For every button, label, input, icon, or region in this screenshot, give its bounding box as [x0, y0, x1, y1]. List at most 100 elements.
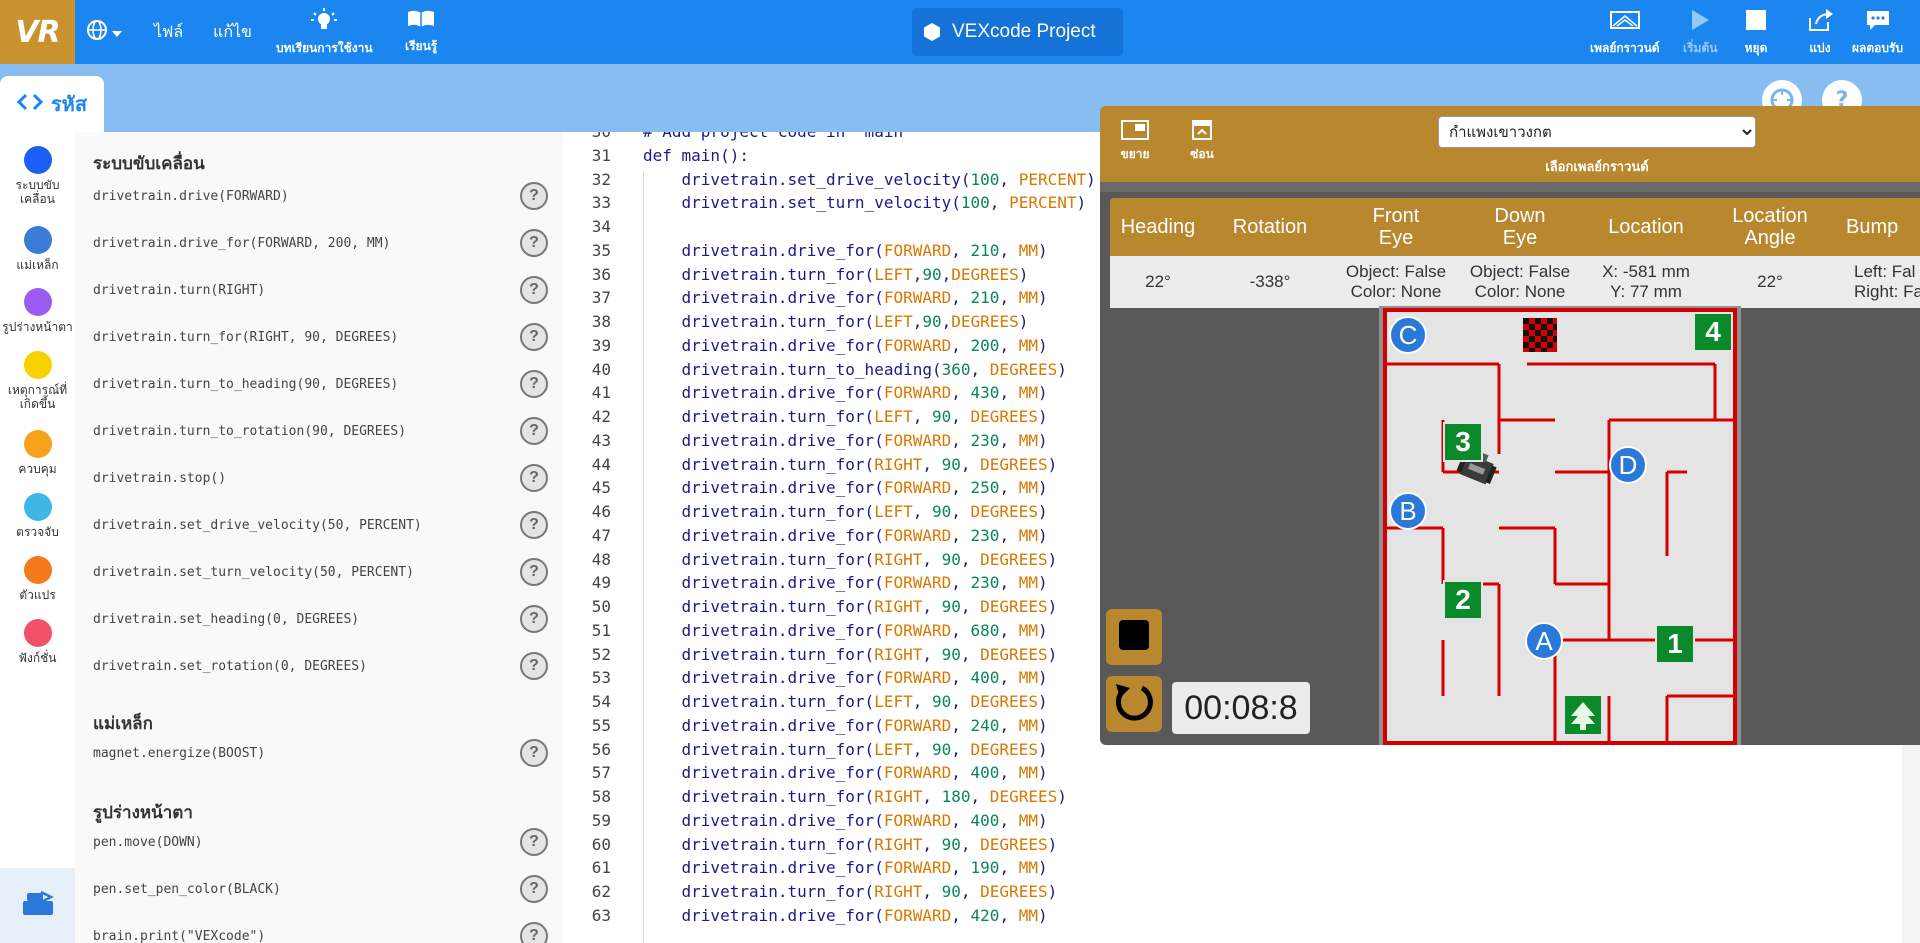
block-set-heading[interactable]: drivetrain.set_heading(0, DEGREES)? — [93, 604, 548, 634]
playground-select[interactable]: กำแพงเขาวงกต — [1438, 116, 1756, 148]
playground-stop-button[interactable] — [1106, 609, 1162, 665]
block-drive[interactable]: drivetrain.drive(FORWARD)? — [93, 181, 548, 211]
category-variables[interactable]: ตัวแปร — [0, 556, 75, 602]
code-text: ) — [1047, 834, 1058, 854]
block-text: drivetrain.turn_for(RIGHT, 90, DEGREES) — [93, 329, 399, 345]
category-control[interactable]: ควบคุม — [0, 430, 75, 476]
block-brain-print[interactable]: brain.print("VEXcode")? — [93, 921, 548, 943]
block-turn-for[interactable]: drivetrain.turn_for(RIGHT, 90, DEGREES)? — [93, 322, 548, 352]
code-line[interactable]: drivetrain.turn_for(RIGHT, 90, DEGREES) — [643, 645, 1058, 664]
help-icon[interactable]: ? — [520, 417, 548, 445]
help-icon[interactable]: ? — [520, 370, 548, 398]
help-icon[interactable]: ? — [520, 464, 548, 492]
code-line[interactable]: drivetrain.turn_for(LEFT, 90, DEGREES) — [643, 692, 1048, 711]
block-magnet-energize[interactable]: magnet.energize(BOOST)? — [93, 738, 548, 768]
category-sensing[interactable]: ตรวจจับ — [0, 493, 75, 539]
code-line[interactable]: drivetrain.turn_for(LEFT, 90, DEGREES) — [643, 740, 1048, 759]
language-button[interactable] — [86, 18, 132, 46]
code-line[interactable]: drivetrain.drive_for(FORWARD, 400, MM) — [643, 668, 1048, 687]
block-pen-move[interactable]: pen.move(DOWN)? — [93, 827, 548, 857]
start-button[interactable]: เริ่มต้น — [1683, 8, 1717, 58]
code-line[interactable]: drivetrain.drive_for(FORWARD, 400, MM) — [643, 811, 1048, 830]
menu-edit[interactable]: แก้ไข — [213, 0, 252, 64]
code-line[interactable]: drivetrain.drive_for(FORWARD, 230, MM) — [643, 526, 1048, 545]
code-line[interactable]: # Add project code in "main" — [643, 132, 913, 141]
code-line[interactable]: drivetrain.turn_for(LEFT,90,DEGREES) — [643, 312, 1029, 331]
code-line[interactable]: drivetrain.turn_for(RIGHT, 90, DEGREES) — [643, 550, 1058, 569]
code-line[interactable]: drivetrain.drive_for(FORWARD, 210, MM) — [643, 288, 1048, 307]
code-line[interactable]: drivetrain.turn_for(RIGHT, 90, DEGREES) — [643, 454, 1058, 474]
code-line[interactable]: def main(): — [643, 146, 749, 165]
help-icon[interactable]: ? — [520, 828, 548, 856]
code-line[interactable]: drivetrain.drive_for(FORWARD, 190, MM) — [643, 858, 1048, 877]
block-turn[interactable]: drivetrain.turn(RIGHT)? — [93, 275, 548, 305]
code-line[interactable]: drivetrain.set_turn_velocity(100, PERCEN… — [643, 193, 1087, 212]
hide-button[interactable]: ซ่อน — [1190, 118, 1214, 164]
category-magnet[interactable]: แม่เหล็ก — [0, 226, 75, 272]
project-title-field[interactable]: VEXcode Project — [912, 8, 1123, 56]
learn-button[interactable]: เรียนรู้ — [405, 8, 437, 58]
playground-button[interactable]: เพลย์กราวนด์ — [1590, 8, 1660, 58]
code-line[interactable]: drivetrain.drive_for(FORWARD, 680, MM) — [643, 621, 1048, 640]
category-functions[interactable]: ฟังก์ชั่น — [0, 619, 75, 665]
code-line[interactable]: drivetrain.drive_for(FORWARD, 230, MM) — [643, 573, 1048, 592]
code-line[interactable]: drivetrain.turn_for(LEFT, 90, DEGREES) — [643, 407, 1048, 426]
block-pen-set-color[interactable]: pen.set_pen_color(BLACK)? — [93, 874, 548, 904]
tutorials-button[interactable]: บทเรียนการใช้งาน — [276, 8, 373, 58]
switch-to-blocks-button[interactable] — [0, 868, 75, 943]
code-line[interactable]: drivetrain.turn_to_heading(360, DEGREES) — [643, 360, 1067, 379]
blocks-panel: ระบบขับเคลื่อน drivetrain.drive(FORWARD)… — [75, 132, 563, 943]
expand-button[interactable]: ขยาย — [1120, 118, 1150, 164]
feedback-button[interactable]: ผลตอบรับ — [1852, 8, 1903, 58]
category-looks[interactable]: รูปร่างหน้าตา — [0, 288, 75, 334]
maze-field: C 4 3 D B 2 A 1 — [1379, 306, 1741, 745]
help-icon[interactable]: ? — [520, 511, 548, 539]
code-text: drivetrain.turn_for( — [643, 312, 875, 331]
code-line[interactable]: drivetrain.drive_for(FORWARD, 420, MM) — [643, 906, 1048, 925]
code-constant: FORWARD — [883, 763, 952, 783]
code-constant: MM — [1018, 478, 1038, 498]
category-events[interactable]: เหตุการณ์ที่เกิดขึ้น — [0, 351, 75, 411]
help-icon[interactable]: ? — [520, 875, 548, 903]
block-set-turn-velocity[interactable]: drivetrain.set_turn_velocity(50, PERCENT… — [93, 557, 548, 587]
sensor-value-text: Color: None — [1474, 282, 1566, 301]
code-line[interactable]: drivetrain.drive_for(FORWARD, 240, MM) — [643, 716, 1048, 735]
block-set-rotation[interactable]: drivetrain.set_rotation(0, DEGREES)? — [93, 651, 548, 681]
share-button[interactable]: แบ่ง — [1806, 8, 1834, 58]
playground-reset-button[interactable] — [1106, 676, 1162, 732]
line-number: 39 — [591, 335, 611, 355]
code-constant: DEGREES — [980, 454, 1048, 474]
code-line[interactable]: drivetrain.drive_for(FORWARD, 200, MM) — [643, 336, 1048, 355]
help-icon[interactable]: ? — [520, 229, 548, 257]
code-line[interactable]: drivetrain.turn_for(RIGHT, 180, DEGREES) — [643, 787, 1067, 806]
stop-button[interactable]: หยุด — [1744, 8, 1768, 58]
code-line[interactable]: drivetrain.turn_for(LEFT, 90, DEGREES) — [643, 502, 1048, 521]
help-icon[interactable]: ? — [520, 922, 548, 943]
code-line[interactable]: drivetrain.turn_for(RIGHT, 90, DEGREES) — [643, 597, 1058, 616]
code-line[interactable]: drivetrain.turn_for(LEFT,90,DEGREES) — [643, 265, 1029, 284]
code-line[interactable]: drivetrain.turn_for(RIGHT, 90, DEGREES) — [643, 834, 1058, 854]
category-drivetrain[interactable]: ระบบขับเคลื่อน — [0, 146, 75, 206]
code-line[interactable]: drivetrain.set_drive_velocity(100, PERCE… — [643, 170, 1096, 189]
code-line[interactable]: drivetrain.drive_for(FORWARD, 400, MM) — [643, 763, 1048, 782]
help-icon[interactable]: ? — [520, 739, 548, 767]
help-icon[interactable]: ? — [520, 323, 548, 351]
help-icon[interactable]: ? — [520, 558, 548, 586]
code-line[interactable]: drivetrain.drive_for(FORWARD, 210, MM) — [643, 241, 1048, 260]
help-icon[interactable]: ? — [520, 605, 548, 633]
code-line[interactable]: drivetrain.drive_for(FORWARD, 250, MM) — [643, 478, 1048, 497]
code-line[interactable]: drivetrain.drive_for(FORWARD, 430, MM) — [643, 383, 1048, 402]
help-icon[interactable]: ? — [520, 182, 548, 210]
tab-code[interactable]: รหัส — [0, 76, 104, 132]
menu-file[interactable]: ไฟล์ — [154, 0, 183, 64]
block-turn-to-rotation[interactable]: drivetrain.turn_to_rotation(90, DEGREES)… — [93, 416, 548, 446]
help-icon[interactable]: ? — [520, 652, 548, 680]
block-stop[interactable]: drivetrain.stop()? — [93, 463, 548, 493]
block-drive-for[interactable]: drivetrain.drive_for(FORWARD, 200, MM)? — [93, 228, 548, 258]
code-line[interactable]: drivetrain.turn_for(RIGHT, 90, DEGREES) — [643, 882, 1058, 901]
block-set-drive-velocity[interactable]: drivetrain.set_drive_velocity(50, PERCEN… — [93, 510, 548, 540]
code-constant: MM — [1018, 240, 1038, 260]
code-line[interactable]: drivetrain.drive_for(FORWARD, 230, MM) — [643, 431, 1048, 450]
help-icon[interactable]: ? — [520, 276, 548, 304]
block-turn-to-heading[interactable]: drivetrain.turn_to_heading(90, DEGREES)? — [93, 369, 548, 399]
